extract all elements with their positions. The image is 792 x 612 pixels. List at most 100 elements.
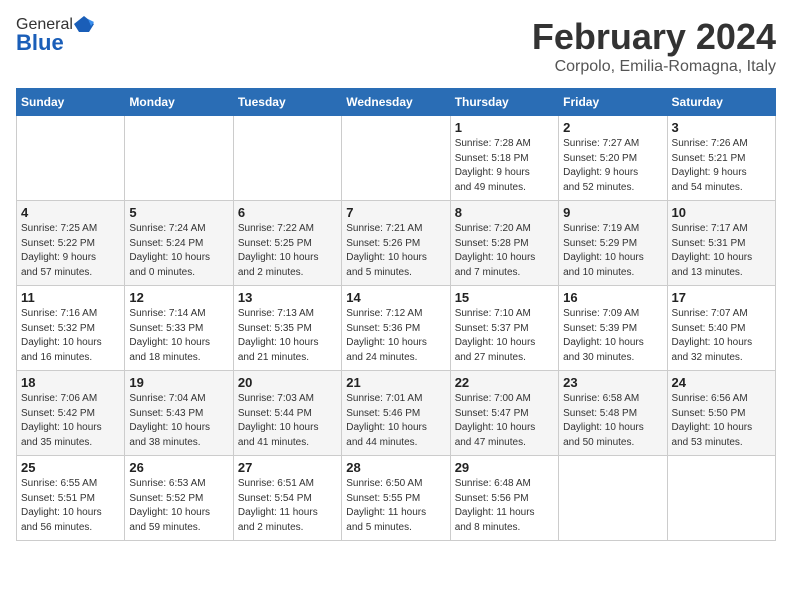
table-row: 10Sunrise: 7:17 AM Sunset: 5:31 PM Dayli… bbox=[667, 201, 775, 286]
calendar-week-row: 25Sunrise: 6:55 AM Sunset: 5:51 PM Dayli… bbox=[17, 456, 776, 541]
table-row: 24Sunrise: 6:56 AM Sunset: 5:50 PM Dayli… bbox=[667, 371, 775, 456]
table-row: 4 Sunrise: 7:25 AM Sunset: 5:22 PM Daylig… bbox=[17, 201, 125, 286]
calendar-week-row: 18 Sunrise: 7:06 AM Sunset: 5:42 PM Dayli… bbox=[17, 371, 776, 456]
day-number: 5 bbox=[129, 205, 228, 220]
day-info: Sunrise: 7:27 AM Sunset: 5:20 PM Dayligh… bbox=[563, 137, 662, 195]
calendar-table: Sunday Monday Tuesday Wednesday Thursday… bbox=[16, 88, 776, 541]
table-row bbox=[559, 456, 667, 541]
day-number: 12 bbox=[129, 290, 228, 305]
day-number: 9 bbox=[563, 205, 662, 220]
table-row bbox=[125, 116, 233, 201]
calendar-week-row: 1 Sunrise: 7:28 AM Sunset: 5:18 PM Daylig… bbox=[17, 116, 776, 201]
day-number: 28 bbox=[346, 460, 445, 475]
day-number: 3 bbox=[672, 120, 771, 135]
day-info: Sunrise: 7:10 AM Sunset: 5:37 PM Dayligh… bbox=[455, 307, 554, 365]
logo-blue-text: Blue bbox=[16, 30, 64, 56]
day-number: 17 bbox=[672, 290, 771, 305]
day-info: Sunrise: 7:01 AM Sunset: 5:46 PM Dayligh… bbox=[346, 392, 445, 450]
day-number: 19 bbox=[129, 375, 228, 390]
day-info: Sunrise: 7:00 AM Sunset: 5:47 PM Dayligh… bbox=[455, 392, 554, 450]
table-row: 3 Sunrise: 7:26 AM Sunset: 5:21 PM Daylig… bbox=[667, 116, 775, 201]
col-wednesday: Wednesday bbox=[342, 89, 450, 116]
table-row: 12 Sunrise: 7:14 AM Sunset: 5:33 PM Dayli… bbox=[125, 286, 233, 371]
day-number: 27 bbox=[238, 460, 337, 475]
table-row: 20 Sunrise: 7:03 AM Sunset: 5:44 PM Dayli… bbox=[233, 371, 341, 456]
table-row bbox=[17, 116, 125, 201]
col-friday: Friday bbox=[559, 89, 667, 116]
day-number: 14 bbox=[346, 290, 445, 305]
title-area: February 2024 Corpolo, Emilia-Romagna, I… bbox=[532, 16, 776, 76]
table-row: 18 Sunrise: 7:06 AM Sunset: 5:42 PM Dayli… bbox=[17, 371, 125, 456]
day-number: 2 bbox=[563, 120, 662, 135]
day-info: Sunrise: 7:28 AM Sunset: 5:18 PM Dayligh… bbox=[455, 137, 554, 195]
logo-bird-icon bbox=[74, 14, 94, 34]
day-info: Sunrise: 7:26 AM Sunset: 5:21 PM Dayligh… bbox=[672, 137, 771, 195]
table-row: 28Sunrise: 6:50 AM Sunset: 5:55 PM Dayli… bbox=[342, 456, 450, 541]
table-row: 19Sunrise: 7:04 AM Sunset: 5:43 PM Dayli… bbox=[125, 371, 233, 456]
day-number: 22 bbox=[455, 375, 554, 390]
table-row: 2 Sunrise: 7:27 AM Sunset: 5:20 PM Daylig… bbox=[559, 116, 667, 201]
table-row: 17 Sunrise: 7:07 AM Sunset: 5:40 PM Dayli… bbox=[667, 286, 775, 371]
day-number: 25 bbox=[21, 460, 120, 475]
day-info: Sunrise: 7:07 AM Sunset: 5:40 PM Dayligh… bbox=[672, 307, 771, 365]
month-title: February 2024 bbox=[532, 16, 776, 58]
day-info: Sunrise: 7:03 AM Sunset: 5:44 PM Dayligh… bbox=[238, 392, 337, 450]
page-header: General Blue February 2024 Corpolo, Emil… bbox=[16, 16, 776, 76]
day-info: Sunrise: 7:25 AM Sunset: 5:22 PM Dayligh… bbox=[21, 222, 120, 280]
day-info: Sunrise: 7:17 AM Sunset: 5:31 PM Dayligh… bbox=[672, 222, 771, 280]
day-number: 1 bbox=[455, 120, 554, 135]
day-info: Sunrise: 6:53 AM Sunset: 5:52 PM Dayligh… bbox=[129, 477, 228, 535]
table-row: 23 Sunrise: 6:58 AM Sunset: 5:48 PM Dayli… bbox=[559, 371, 667, 456]
day-info: Sunrise: 7:13 AM Sunset: 5:35 PM Dayligh… bbox=[238, 307, 337, 365]
day-number: 6 bbox=[238, 205, 337, 220]
table-row bbox=[233, 116, 341, 201]
day-info: Sunrise: 6:58 AM Sunset: 5:48 PM Dayligh… bbox=[563, 392, 662, 450]
day-info: Sunrise: 7:06 AM Sunset: 5:42 PM Dayligh… bbox=[21, 392, 120, 450]
table-row: 25Sunrise: 6:55 AM Sunset: 5:51 PM Dayli… bbox=[17, 456, 125, 541]
col-thursday: Thursday bbox=[450, 89, 558, 116]
table-row: 29Sunrise: 6:48 AM Sunset: 5:56 PM Dayli… bbox=[450, 456, 558, 541]
table-row: 13 Sunrise: 7:13 AM Sunset: 5:35 PM Dayli… bbox=[233, 286, 341, 371]
day-number: 15 bbox=[455, 290, 554, 305]
logo: General Blue bbox=[16, 16, 94, 56]
table-row bbox=[667, 456, 775, 541]
day-info: Sunrise: 7:09 AM Sunset: 5:39 PM Dayligh… bbox=[563, 307, 662, 365]
table-row: 27 Sunrise: 6:51 AM Sunset: 5:54 PM Dayli… bbox=[233, 456, 341, 541]
day-number: 18 bbox=[21, 375, 120, 390]
col-tuesday: Tuesday bbox=[233, 89, 341, 116]
table-row bbox=[342, 116, 450, 201]
day-info: Sunrise: 6:51 AM Sunset: 5:54 PM Dayligh… bbox=[238, 477, 337, 535]
day-number: 21 bbox=[346, 375, 445, 390]
table-row: 16 Sunrise: 7:09 AM Sunset: 5:39 PM Dayli… bbox=[559, 286, 667, 371]
day-info: Sunrise: 6:48 AM Sunset: 5:56 PM Dayligh… bbox=[455, 477, 554, 535]
day-number: 7 bbox=[346, 205, 445, 220]
day-info: Sunrise: 7:14 AM Sunset: 5:33 PM Dayligh… bbox=[129, 307, 228, 365]
day-info: Sunrise: 7:21 AM Sunset: 5:26 PM Dayligh… bbox=[346, 222, 445, 280]
table-row: 15 Sunrise: 7:10 AM Sunset: 5:37 PM Dayli… bbox=[450, 286, 558, 371]
table-row: 14 Sunrise: 7:12 AM Sunset: 5:36 PM Dayli… bbox=[342, 286, 450, 371]
day-info: Sunrise: 7:24 AM Sunset: 5:24 PM Dayligh… bbox=[129, 222, 228, 280]
calendar-week-row: 11 Sunrise: 7:16 AM Sunset: 5:32 PM Dayli… bbox=[17, 286, 776, 371]
table-row: 22 Sunrise: 7:00 AM Sunset: 5:47 PM Dayli… bbox=[450, 371, 558, 456]
day-number: 20 bbox=[238, 375, 337, 390]
day-number: 23 bbox=[563, 375, 662, 390]
day-info: Sunrise: 7:22 AM Sunset: 5:25 PM Dayligh… bbox=[238, 222, 337, 280]
calendar-week-row: 4 Sunrise: 7:25 AM Sunset: 5:22 PM Daylig… bbox=[17, 201, 776, 286]
day-info: Sunrise: 6:56 AM Sunset: 5:50 PM Dayligh… bbox=[672, 392, 771, 450]
day-info: Sunrise: 7:20 AM Sunset: 5:28 PM Dayligh… bbox=[455, 222, 554, 280]
day-info: Sunrise: 7:12 AM Sunset: 5:36 PM Dayligh… bbox=[346, 307, 445, 365]
day-info: Sunrise: 7:19 AM Sunset: 5:29 PM Dayligh… bbox=[563, 222, 662, 280]
table-row: 7 Sunrise: 7:21 AM Sunset: 5:26 PM Daylig… bbox=[342, 201, 450, 286]
day-number: 11 bbox=[21, 290, 120, 305]
table-row: 26Sunrise: 6:53 AM Sunset: 5:52 PM Dayli… bbox=[125, 456, 233, 541]
col-saturday: Saturday bbox=[667, 89, 775, 116]
day-number: 16 bbox=[563, 290, 662, 305]
table-row: 8 Sunrise: 7:20 AM Sunset: 5:28 PM Daylig… bbox=[450, 201, 558, 286]
day-number: 8 bbox=[455, 205, 554, 220]
col-monday: Monday bbox=[125, 89, 233, 116]
day-info: Sunrise: 7:16 AM Sunset: 5:32 PM Dayligh… bbox=[21, 307, 120, 365]
table-row: 6 Sunrise: 7:22 AM Sunset: 5:25 PM Daylig… bbox=[233, 201, 341, 286]
calendar-header-row: Sunday Monday Tuesday Wednesday Thursday… bbox=[17, 89, 776, 116]
day-number: 13 bbox=[238, 290, 337, 305]
day-number: 4 bbox=[21, 205, 120, 220]
